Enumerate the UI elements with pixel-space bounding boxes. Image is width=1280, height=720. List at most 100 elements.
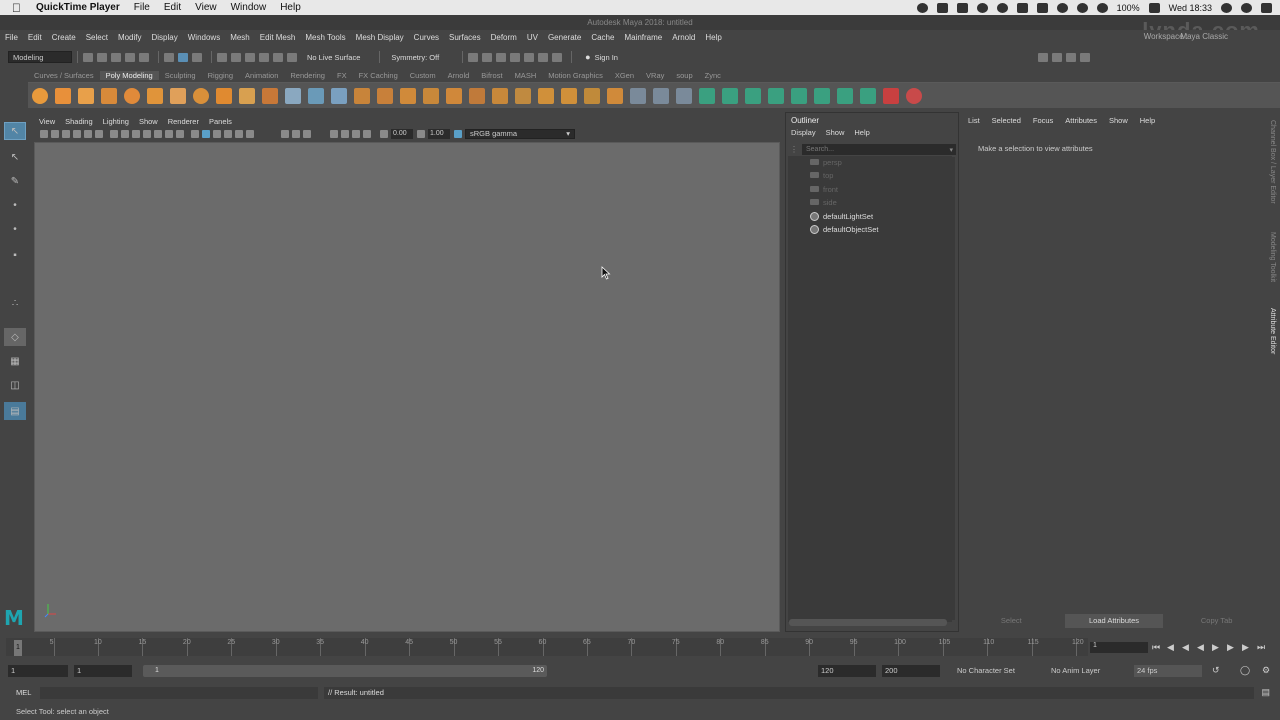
step-back-frame-icon[interactable]: ◀ bbox=[1182, 642, 1191, 652]
single-perspective-layout-icon[interactable]: ◇ bbox=[4, 328, 26, 346]
command-input[interactable] bbox=[40, 687, 318, 699]
edge-loop-icon[interactable] bbox=[630, 87, 646, 104]
viewport-menu-renderer[interactable]: Renderer bbox=[163, 117, 204, 126]
viewport-menu-view[interactable]: View bbox=[34, 117, 60, 126]
layout-uv-icon[interactable] bbox=[837, 87, 853, 104]
chevron-down-icon[interactable]: ▾ bbox=[949, 146, 953, 154]
select-tool-icon[interactable]: ↖ bbox=[4, 122, 26, 140]
workspace-dropdown[interactable]: Maya Classic bbox=[1180, 32, 1228, 41]
user-icon[interactable]: ● bbox=[585, 52, 590, 62]
new-scene-icon[interactable] bbox=[83, 52, 93, 62]
menu-display[interactable]: Display bbox=[147, 33, 183, 42]
shadows-icon[interactable] bbox=[246, 129, 254, 138]
xray-icon[interactable] bbox=[341, 129, 349, 138]
render-frame-icon[interactable] bbox=[482, 52, 493, 62]
poly-plane-icon[interactable] bbox=[147, 87, 163, 104]
macos-app-name[interactable]: QuickTime Player bbox=[36, 2, 120, 13]
motion-blur-icon[interactable] bbox=[292, 129, 300, 138]
smooth-shade-icon[interactable] bbox=[202, 129, 210, 138]
type-icon[interactable] bbox=[239, 87, 255, 104]
outliner-menu-display[interactable]: Display bbox=[791, 128, 816, 137]
svg-icon[interactable] bbox=[262, 87, 278, 104]
camera-attributes-icon[interactable] bbox=[51, 129, 59, 138]
shelf-tab-animation[interactable]: Animation bbox=[239, 71, 284, 80]
loop-icon[interactable]: ↺ bbox=[1212, 665, 1220, 676]
outliner-item[interactable]: defaultObjectSet bbox=[810, 223, 878, 235]
time-ruler[interactable]: 1 5 10 15 20 25 30 35 40 45 50 55 60 65 70 75 80 85 90 95 1… bbox=[6, 638, 1088, 656]
menu-create[interactable]: Create bbox=[47, 33, 81, 42]
color-management-icon[interactable] bbox=[454, 129, 462, 138]
gate-mask-icon[interactable] bbox=[143, 129, 151, 138]
menu-windows[interactable]: Windows bbox=[183, 33, 225, 42]
wireframe-icon[interactable] bbox=[191, 129, 199, 138]
animation-start-field[interactable]: 1 bbox=[8, 665, 68, 677]
tab-modeling-toolkit[interactable]: Modeling Toolkit bbox=[1269, 232, 1276, 282]
select-object-icon[interactable] bbox=[178, 52, 188, 62]
auto-key-icon[interactable]: ◯ bbox=[1240, 665, 1250, 676]
attr-menu-list[interactable]: List bbox=[968, 116, 980, 125]
clock[interactable]: Wed 18:33 bbox=[1169, 3, 1212, 13]
uv-editor-icon[interactable] bbox=[699, 87, 715, 104]
select-component-icon[interactable] bbox=[192, 52, 202, 62]
viewport-menu-panels[interactable]: Panels bbox=[204, 117, 237, 126]
four-view-layout-icon[interactable]: ▦ bbox=[4, 352, 26, 370]
step-forward-key-icon[interactable]: ▶ bbox=[1242, 642, 1251, 652]
shelf-tab-fx-caching[interactable]: FX Caching bbox=[353, 71, 404, 80]
macos-menu-edit[interactable]: Edit bbox=[164, 2, 181, 13]
go-to-start-icon[interactable]: ⏮ bbox=[1152, 642, 1161, 652]
safe-title-icon[interactable] bbox=[176, 129, 184, 138]
record-icon[interactable] bbox=[916, 2, 928, 13]
symmetry-dropdown[interactable]: Symmetry: Off bbox=[391, 53, 439, 62]
step-forward-frame-icon[interactable]: ▶ bbox=[1227, 642, 1236, 652]
undo-icon[interactable] bbox=[125, 52, 135, 62]
outliner-item[interactable]: front bbox=[810, 183, 838, 195]
playback-start-field[interactable]: 1 bbox=[74, 665, 132, 677]
outliner-item[interactable]: top bbox=[810, 169, 833, 181]
attr-menu-attributes[interactable]: Attributes bbox=[1065, 116, 1097, 125]
exposure-field[interactable]: 0.00 bbox=[391, 128, 413, 139]
menu-curves[interactable]: Curves bbox=[409, 33, 444, 42]
extract-icon[interactable] bbox=[607, 87, 623, 104]
paint-select-tool-icon[interactable]: ✎ bbox=[4, 172, 26, 190]
anti-aliasing-icon[interactable] bbox=[303, 129, 311, 138]
snap-curve-icon[interactable] bbox=[231, 52, 241, 62]
cloud-icon[interactable] bbox=[976, 2, 988, 13]
shelf-tab-zync[interactable]: Zync bbox=[699, 71, 727, 80]
fill-hole-icon[interactable] bbox=[515, 87, 531, 104]
viewport-menu-lighting[interactable]: Lighting bbox=[98, 117, 134, 126]
menu-surfaces[interactable]: Surfaces bbox=[444, 33, 486, 42]
select-hierarchy-icon[interactable] bbox=[164, 52, 174, 62]
ambient-occlusion-icon[interactable] bbox=[281, 129, 289, 138]
fps-dropdown[interactable]: 24 fps bbox=[1134, 665, 1202, 677]
render-settings-icon[interactable] bbox=[510, 52, 521, 62]
range-slider[interactable]: 1 120 bbox=[143, 665, 547, 677]
rotate-tool-icon[interactable]: • bbox=[4, 220, 26, 238]
hypershade-icon[interactable] bbox=[524, 52, 535, 62]
planar-map-icon[interactable] bbox=[722, 87, 738, 104]
animation-prefs-icon[interactable]: ⚙ bbox=[1262, 665, 1270, 676]
poly-cone-icon[interactable] bbox=[101, 87, 117, 104]
shelf-tab-poly-modeling[interactable]: Poly Modeling bbox=[99, 70, 159, 80]
keyboard-icon[interactable] bbox=[1036, 2, 1048, 13]
multicut-icon[interactable] bbox=[469, 87, 485, 104]
wifi-icon[interactable] bbox=[1076, 2, 1088, 13]
outliner-menu-show[interactable]: Show bbox=[826, 128, 845, 137]
extrude-icon[interactable] bbox=[400, 87, 416, 104]
outliner-menu-help[interactable]: Help bbox=[854, 128, 869, 137]
sign-in-button[interactable]: Sign In bbox=[595, 53, 618, 62]
tab-attribute-editor[interactable]: Attribute Editor bbox=[1269, 308, 1276, 354]
2d-pan-zoom-icon[interactable] bbox=[84, 129, 92, 138]
shelf-tab-fx[interactable]: FX bbox=[331, 71, 353, 80]
poly-cylinder-icon[interactable] bbox=[78, 87, 94, 104]
command-language-toggle[interactable]: MEL bbox=[16, 688, 31, 697]
menu-edit[interactable]: Edit bbox=[23, 33, 47, 42]
bridge-icon[interactable] bbox=[423, 87, 439, 104]
menu-select[interactable]: Select bbox=[81, 33, 113, 42]
shelf-tab-curves-surfaces[interactable]: Curves / Surfaces bbox=[28, 71, 100, 80]
copy-tab-button[interactable]: Copy Tab bbox=[1167, 614, 1267, 628]
poly-disc-icon[interactable] bbox=[170, 87, 186, 104]
ipr-render-icon[interactable] bbox=[496, 52, 507, 62]
shelf-tab-rendering[interactable]: Rendering bbox=[284, 71, 331, 80]
shelf-tab-sculpting[interactable]: Sculpting bbox=[159, 71, 202, 80]
outliner-horizontal-scrollbar[interactable] bbox=[789, 619, 947, 626]
